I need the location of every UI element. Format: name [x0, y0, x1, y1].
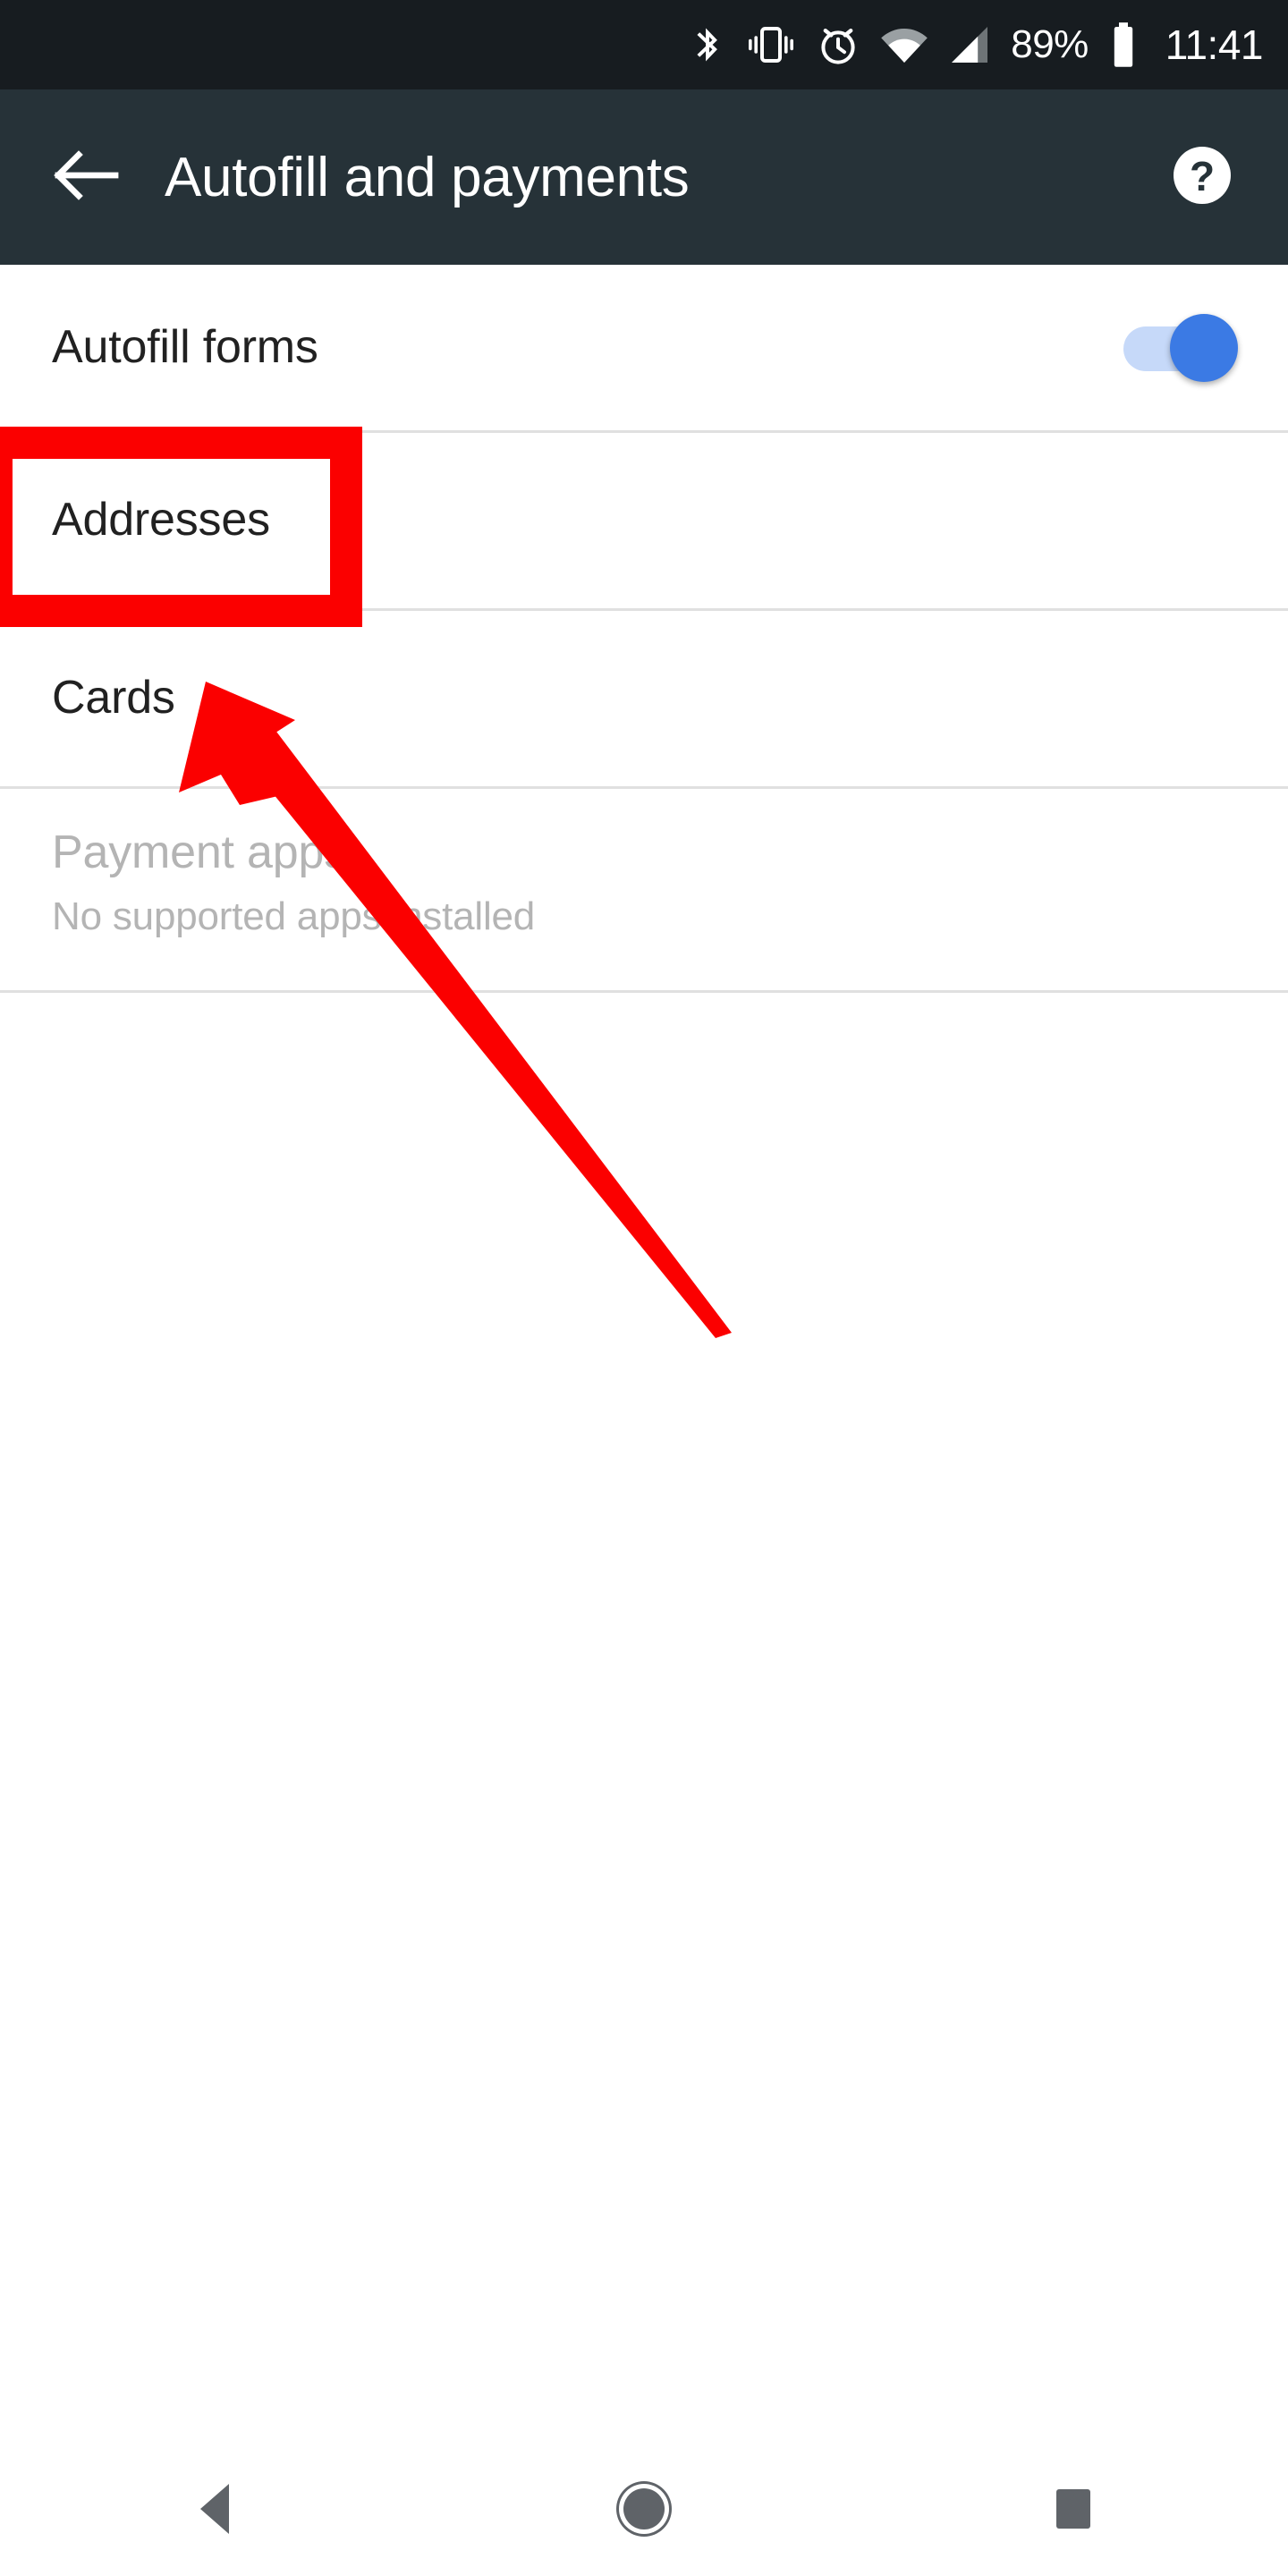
status-bar: 89% 11:41 — [0, 0, 1288, 89]
wifi-icon — [880, 21, 928, 69]
toggle-thumb — [1170, 313, 1238, 382]
setting-row-cards[interactable]: Cards — [0, 611, 1288, 786]
setting-subtitle-payment-apps: No supported apps installed — [52, 894, 536, 938]
nav-back-button[interactable] — [134, 2442, 295, 2576]
page-title: Autofill and payments — [165, 146, 690, 208]
setting-row-addresses[interactable]: Addresses — [0, 433, 1288, 608]
settings-list: Autofill forms Addresses Cards Payment a… — [0, 265, 1288, 993]
back-button[interactable] — [45, 136, 127, 218]
nav-recents-button[interactable] — [993, 2442, 1154, 2576]
arrow-left-icon — [53, 148, 119, 207]
help-circle-icon: ? — [1172, 145, 1233, 210]
recents-square-icon — [1056, 2489, 1090, 2529]
cell-signal-icon — [948, 21, 991, 69]
nav-home-button[interactable] — [564, 2442, 724, 2576]
app-bar: Autofill and payments ? — [0, 89, 1288, 265]
battery-icon — [1110, 21, 1137, 69]
divider — [0, 990, 1288, 993]
vibrate-icon — [746, 21, 796, 69]
setting-row-autofill-forms[interactable]: Autofill forms — [0, 265, 1288, 430]
setting-label-payment-apps: Payment apps — [52, 826, 348, 878]
back-triangle-icon — [200, 2484, 229, 2534]
home-circle-icon — [623, 2488, 665, 2529]
svg-text:?: ? — [1190, 153, 1215, 199]
setting-label-cards: Cards — [52, 672, 175, 724]
help-button[interactable]: ? — [1159, 134, 1245, 220]
setting-label-autofill-forms: Autofill forms — [52, 320, 318, 373]
status-bar-clock: 11:41 — [1165, 21, 1264, 68]
bluetooth-icon — [691, 21, 726, 69]
battery-percent-label: 89% — [1011, 22, 1089, 66]
setting-row-payment-apps: Payment apps No supported apps installed — [0, 789, 1288, 990]
autofill-forms-toggle[interactable] — [1123, 313, 1238, 382]
setting-label-addresses: Addresses — [52, 494, 270, 547]
status-bar-icons: 89% 11:41 — [691, 21, 1264, 69]
alarm-icon — [816, 21, 860, 69]
android-nav-bar — [0, 2442, 1288, 2576]
